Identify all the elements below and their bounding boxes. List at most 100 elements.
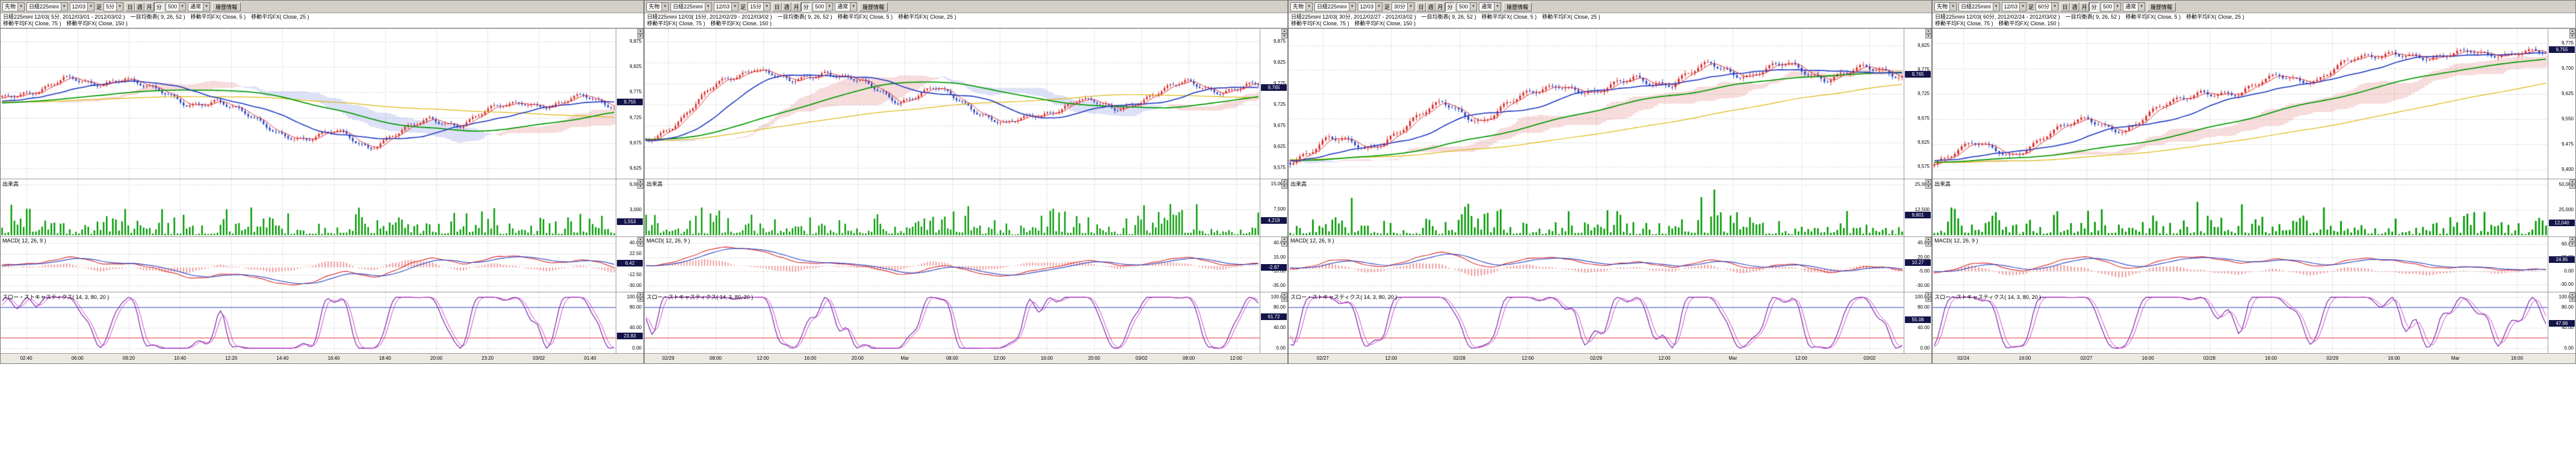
contract-select[interactable]: 12/03 ▼ [1358,2,1383,11]
macd-canvas[interactable] [645,237,1260,292]
period-button-week[interactable]: 週 [135,2,144,11]
period-button-minute[interactable]: 分 [2089,2,2099,11]
period-button-week[interactable]: 週 [1426,2,1435,11]
bar-count-select[interactable]: 500 ▼ [813,2,833,11]
stochastics-canvas[interactable] [645,292,1260,353]
symbol-select[interactable]: 日経225mini ▼ [26,2,68,11]
axis-tick: 0.00 [2564,346,2574,351]
price-chart-canvas[interactable] [1289,29,1904,179]
scroll-up-icon[interactable]: ▲ [1925,237,1931,242]
market-select[interactable]: 先物 ▼ [646,2,669,11]
contract-select[interactable]: 12/03 ▼ [70,2,95,11]
contract-select[interactable]: 12/03 ▼ [2002,2,2027,11]
period-button-day[interactable]: 日 [772,2,782,11]
symbol-select[interactable]: 日経225mini ▼ [1958,2,2000,11]
time-axis-label: 23:20 [474,356,501,361]
history-button[interactable]: 履歴情報 [212,2,241,11]
period-button-month[interactable]: 月 [144,2,154,11]
price-chart-canvas[interactable] [1,29,616,179]
macd-canvas[interactable] [1933,237,2548,292]
market-select[interactable]: 先物 ▼ [1290,2,1313,11]
scroll-down-icon[interactable]: ▼ [1281,184,1287,189]
scroll-down-icon[interactable]: ▼ [1281,297,1287,302]
period-button-day[interactable]: 日 [2060,2,2070,11]
history-button[interactable]: 履歴情報 [2147,2,2176,11]
volume-canvas[interactable] [1,179,616,236]
scroll-down-icon[interactable]: ▼ [637,184,643,189]
scroll-up-icon[interactable]: ▲ [637,237,643,242]
volume-canvas[interactable] [1933,179,2548,236]
scroll-down-icon[interactable]: ▼ [1925,184,1931,189]
period-button-month[interactable]: 月 [1435,2,1445,11]
period-button-week[interactable]: 週 [782,2,791,11]
bar-count-select[interactable]: 500 ▼ [1457,2,1477,11]
scroll-down-icon[interactable]: ▼ [2569,184,2575,189]
scroll-up-icon[interactable]: ▲ [2569,292,2575,297]
scroll-up-icon[interactable]: ▲ [2569,29,2575,34]
stochastics-canvas[interactable] [1,292,616,353]
scroll-up-icon[interactable]: ▲ [1281,292,1287,297]
scroll-down-icon[interactable]: ▼ [2569,242,2575,247]
mode-select[interactable]: 通常 ▼ [188,2,210,11]
timeframe-select[interactable]: 60分 ▼ [2036,2,2058,11]
timeframe-select[interactable]: 15分 ▼ [748,2,770,11]
time-axis-label: 16:00 [2258,356,2284,361]
scroll-down-icon[interactable]: ▼ [1925,242,1931,247]
scroll-down-icon[interactable]: ▼ [1281,242,1287,247]
symbol-select[interactable]: 日経225mini ▼ [1314,2,1356,11]
history-button[interactable]: 履歴情報 [1503,2,1532,11]
mode-select[interactable]: 通常 ▼ [1479,2,1501,11]
market-select[interactable]: 先物 ▼ [2,2,25,11]
mode-select[interactable]: 通常 ▼ [835,2,857,11]
mode-select[interactable]: 通常 ▼ [2123,2,2145,11]
period-button-minute[interactable]: 分 [801,2,811,11]
time-axis: 02/2908:0012:0016:0020:00Mar08:0012:0016… [645,353,1287,363]
scroll-up-icon[interactable]: ▲ [1925,292,1931,297]
scroll-up-icon[interactable]: ▲ [1281,29,1287,34]
scroll-down-icon[interactable]: ▼ [1925,297,1931,302]
period-button-month[interactable]: 月 [791,2,801,11]
scroll-up-icon[interactable]: ▲ [1925,29,1931,34]
period-button-minute[interactable]: 分 [1445,2,1455,11]
period-button-month[interactable]: 月 [2079,2,2089,11]
timeframe-select[interactable]: 30分 ▼ [1392,2,1414,11]
time-axis-label: 12:00 [750,356,776,361]
price-chart-canvas[interactable] [645,29,1260,179]
symbol-select[interactable]: 日経225mini ▼ [670,2,712,11]
bar-count-select[interactable]: 500 ▼ [166,2,186,11]
contract-select[interactable]: 12/03 ▼ [714,2,739,11]
scroll-down-icon[interactable]: ▼ [2569,34,2575,38]
bar-count-select[interactable]: 500 ▼ [2101,2,2121,11]
scroll-up-icon[interactable]: ▲ [1925,179,1931,184]
axis-tick: 40.00 [1274,325,1286,330]
scroll-up-icon[interactable]: ▲ [637,292,643,297]
period-button-day[interactable]: 日 [1416,2,1426,11]
market-select[interactable]: 先物 ▼ [1934,2,1957,11]
price-chart-canvas[interactable] [1933,29,2548,179]
macd-canvas[interactable] [1,237,616,292]
scroll-down-icon[interactable]: ▼ [637,297,643,302]
scroll-down-icon[interactable]: ▼ [1281,34,1287,38]
macd-canvas[interactable] [1289,237,1904,292]
stochastics-canvas[interactable] [1933,292,2548,353]
scroll-up-icon[interactable]: ▲ [637,179,643,184]
scroll-up-icon[interactable]: ▲ [1281,179,1287,184]
axis-tick: 0.00 [1920,346,1930,351]
history-button[interactable]: 履歴情報 [859,2,888,11]
axis-tick: -30.00 [1916,283,1930,288]
scroll-up-icon[interactable]: ▲ [2569,179,2575,184]
scroll-up-icon[interactable]: ▲ [2569,237,2575,242]
volume-canvas[interactable] [1289,179,1904,236]
scroll-down-icon[interactable]: ▼ [637,242,643,247]
scroll-down-icon[interactable]: ▼ [637,34,643,38]
scroll-down-icon[interactable]: ▼ [1925,34,1931,38]
period-button-day[interactable]: 日 [125,2,135,11]
volume-canvas[interactable] [645,179,1260,236]
scroll-up-icon[interactable]: ▲ [637,29,643,34]
scroll-down-icon[interactable]: ▼ [2569,297,2575,302]
period-button-week[interactable]: 週 [2070,2,2079,11]
scroll-up-icon[interactable]: ▲ [1281,237,1287,242]
period-button-minute[interactable]: 分 [154,2,164,11]
timeframe-select[interactable]: 5分 ▼ [104,2,123,11]
stochastics-canvas[interactable] [1289,292,1904,353]
